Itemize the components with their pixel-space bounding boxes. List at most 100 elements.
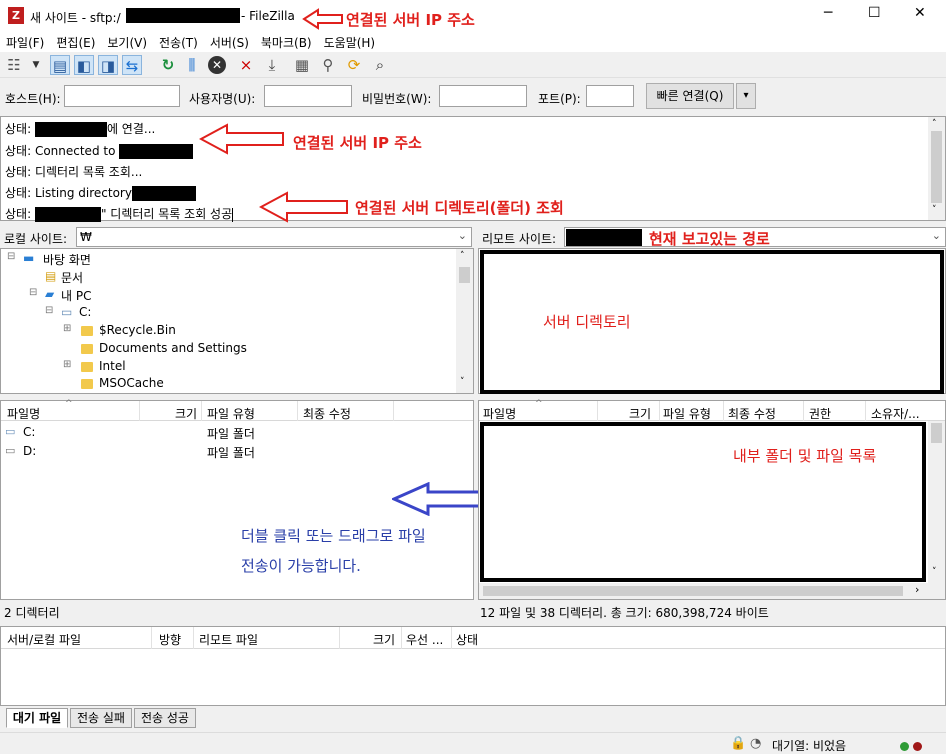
column-filename[interactable]: 파일명 (7, 405, 40, 422)
folder-icon (81, 341, 93, 355)
column-last-modified[interactable]: 최종 수정 (728, 405, 776, 422)
column-direction[interactable]: 방향 (159, 631, 181, 648)
tree-collapse-icon[interactable]: ⊟ (29, 287, 37, 298)
site-manager-dropdown-icon[interactable]: ▼ (26, 55, 46, 75)
username-input[interactable] (264, 85, 352, 107)
window-title-suffix: - FileZilla (241, 9, 295, 23)
drive-icon: ▭ (5, 425, 16, 438)
remote-status-bar: 12 파일 및 38 디렉터리. 총 크기: 680,398,724 바이트 (480, 606, 769, 620)
local-site-bar: 로컬 사이트: ₩ ⌄ (0, 226, 474, 248)
log-line-2: 상태: Connected to (5, 142, 194, 159)
log-scrollbar[interactable]: ˄ ˅ (928, 117, 945, 220)
cancel-operation-icon[interactable]: ✕ (208, 56, 226, 74)
synchronized-browsing-icon[interactable]: ⟳ (344, 55, 364, 75)
column-size[interactable]: 크기 (629, 405, 651, 422)
remote-site-bar: 리모트 사이트: 현재 보고있는 경로 ⌄ (478, 226, 946, 248)
password-input[interactable] (439, 85, 527, 107)
column-owner[interactable]: 소유자/... (871, 405, 920, 422)
column-status[interactable]: 상태 (456, 631, 478, 648)
local-tree-toggle-icon[interactable]: ◧ (74, 55, 94, 75)
column-file-type[interactable]: 파일 유형 (207, 405, 255, 422)
tree-collapse-icon[interactable]: ⊟ (7, 251, 15, 262)
port-input[interactable] (586, 85, 634, 107)
menu-bookmark[interactable]: 북마크(B) (255, 32, 318, 51)
column-permissions[interactable]: 권한 (809, 405, 831, 422)
column-file-type[interactable]: 파일 유형 (663, 405, 711, 422)
tree-expand-icon[interactable]: ⊞ (63, 359, 71, 370)
scroll-thumb[interactable] (459, 267, 470, 283)
chevron-down-icon[interactable]: ⌄ (458, 229, 467, 242)
table-row[interactable]: ▭ C: 파일 폴더 (1, 423, 473, 441)
remote-tree-toggle-icon[interactable]: ◨ (98, 55, 118, 75)
message-log: 상태: 에 연결... 상태: Connected to 상태: 디렉터리 목록… (0, 116, 946, 223)
annotation-log-directory: 연결된 서버 디렉토리(폴더) 조회 (355, 199, 564, 217)
tree-expand-icon[interactable]: ⊞ (63, 323, 71, 334)
tab-successful-transfers[interactable]: 전송 성공 (134, 708, 196, 728)
scroll-up-icon[interactable]: ˄ (460, 251, 465, 261)
tree-item-intel[interactable]: Intel (99, 359, 126, 373)
table-row[interactable]: ▭ D: 파일 폴더 (1, 442, 473, 460)
menu-help[interactable]: 도움말(H) (318, 32, 382, 51)
red-arrow-icon (199, 123, 284, 155)
quickconnect-button[interactable]: 빠른 연결(Q) (646, 83, 734, 109)
column-size[interactable]: 크기 (175, 405, 197, 422)
column-remote-file[interactable]: 리모트 파일 (199, 631, 258, 648)
scroll-down-icon[interactable]: ˅ (460, 377, 465, 387)
maximize-button[interactable]: ☐ (868, 5, 881, 21)
log-line-4: 상태: Listing directory (5, 184, 196, 201)
tree-item-c-drive[interactable]: C: (79, 305, 91, 319)
menu-view[interactable]: 보기(V) (101, 32, 153, 51)
scroll-down-icon[interactable]: ˅ (932, 567, 937, 577)
column-priority[interactable]: 우선 ... (406, 631, 443, 648)
tab-failed-transfers[interactable]: 전송 실패 (70, 708, 132, 728)
menu-server[interactable]: 서버(S) (204, 32, 255, 51)
quickconnect-dropdown-icon[interactable]: ▾ (736, 83, 756, 109)
column-filename[interactable]: 파일명 (483, 405, 516, 422)
file-type: 파일 폴더 (207, 427, 255, 441)
remote-horizontal-scrollbar[interactable]: › (479, 583, 945, 599)
tree-item-recycle-bin[interactable]: $Recycle.Bin (99, 323, 176, 337)
remote-site-path-input[interactable]: 현재 보고있는 경로 ⌄ (564, 227, 946, 248)
scroll-thumb[interactable] (931, 423, 942, 443)
minimize-button[interactable]: ─ (824, 5, 832, 21)
transfer-queue-toggle-icon[interactable]: ⇆ (122, 55, 142, 75)
remote-file-list-scrollbar[interactable]: ˅ (928, 421, 945, 583)
scroll-right-icon[interactable]: › (915, 583, 919, 596)
local-tree-scrollbar[interactable]: ˄ ˅ (456, 249, 473, 393)
tab-queued-files[interactable]: 대기 파일 (6, 708, 68, 728)
directory-listing-filter-icon[interactable]: ▦ (292, 55, 312, 75)
close-button[interactable]: ✕ (914, 5, 926, 21)
tree-item-documents-and-settings[interactable]: Documents and Settings (99, 341, 247, 355)
site-manager-icon[interactable]: ☷ (4, 55, 24, 75)
scroll-down-icon[interactable]: ˅ (932, 205, 937, 215)
scroll-thumb[interactable] (931, 131, 942, 203)
scroll-thumb[interactable] (483, 586, 903, 596)
column-server-local-file[interactable]: 서버/로컬 파일 (7, 631, 81, 648)
host-input[interactable] (64, 85, 180, 107)
menu-edit[interactable]: 편집(E) (50, 32, 101, 51)
search-files-icon[interactable]: ⌕ (370, 55, 390, 75)
column-size[interactable]: 크기 (373, 631, 395, 648)
log-line-3: 상태: 디렉터리 목록 조회... (5, 165, 143, 179)
directory-comparison-icon[interactable]: ⚲ (318, 55, 338, 75)
message-log-toggle-icon[interactable]: ▤ (50, 55, 70, 75)
chevron-down-icon[interactable]: ⌄ (932, 229, 941, 242)
remote-directory-tree: 서버 디렉토리 (478, 248, 946, 394)
local-file-list-header: 파일명 ^ 크기 파일 유형 최종 수정 (1, 399, 473, 422)
column-last-modified[interactable]: 최종 수정 (303, 405, 351, 422)
disconnect-icon[interactable]: ⨯ (236, 55, 256, 75)
refresh-icon[interactable]: ↻ (158, 55, 178, 75)
tree-item-msocache[interactable]: MSOCache (99, 376, 164, 390)
scroll-up-icon[interactable]: ˄ (932, 119, 937, 129)
filezilla-icon: Z (8, 7, 24, 24)
filter-icon[interactable]: ⫼ (182, 55, 202, 75)
menu-file[interactable]: 파일(F) (0, 32, 50, 51)
tree-item-desktop[interactable]: 바탕 화면 (43, 251, 91, 268)
tree-item-documents[interactable]: 문서 (61, 269, 83, 286)
quickconnect-bar: 호스트(H): 사용자명(U): 비밀번호(W): 포트(P): 빠른 연결(Q… (0, 80, 946, 114)
reconnect-icon[interactable]: ⤓ (262, 55, 282, 75)
menu-transfer[interactable]: 전송(T) (153, 32, 204, 51)
tree-item-my-pc[interactable]: 내 PC (61, 287, 91, 304)
local-site-path-input[interactable]: ₩ ⌄ (76, 227, 472, 247)
tree-collapse-icon[interactable]: ⊟ (45, 305, 53, 316)
